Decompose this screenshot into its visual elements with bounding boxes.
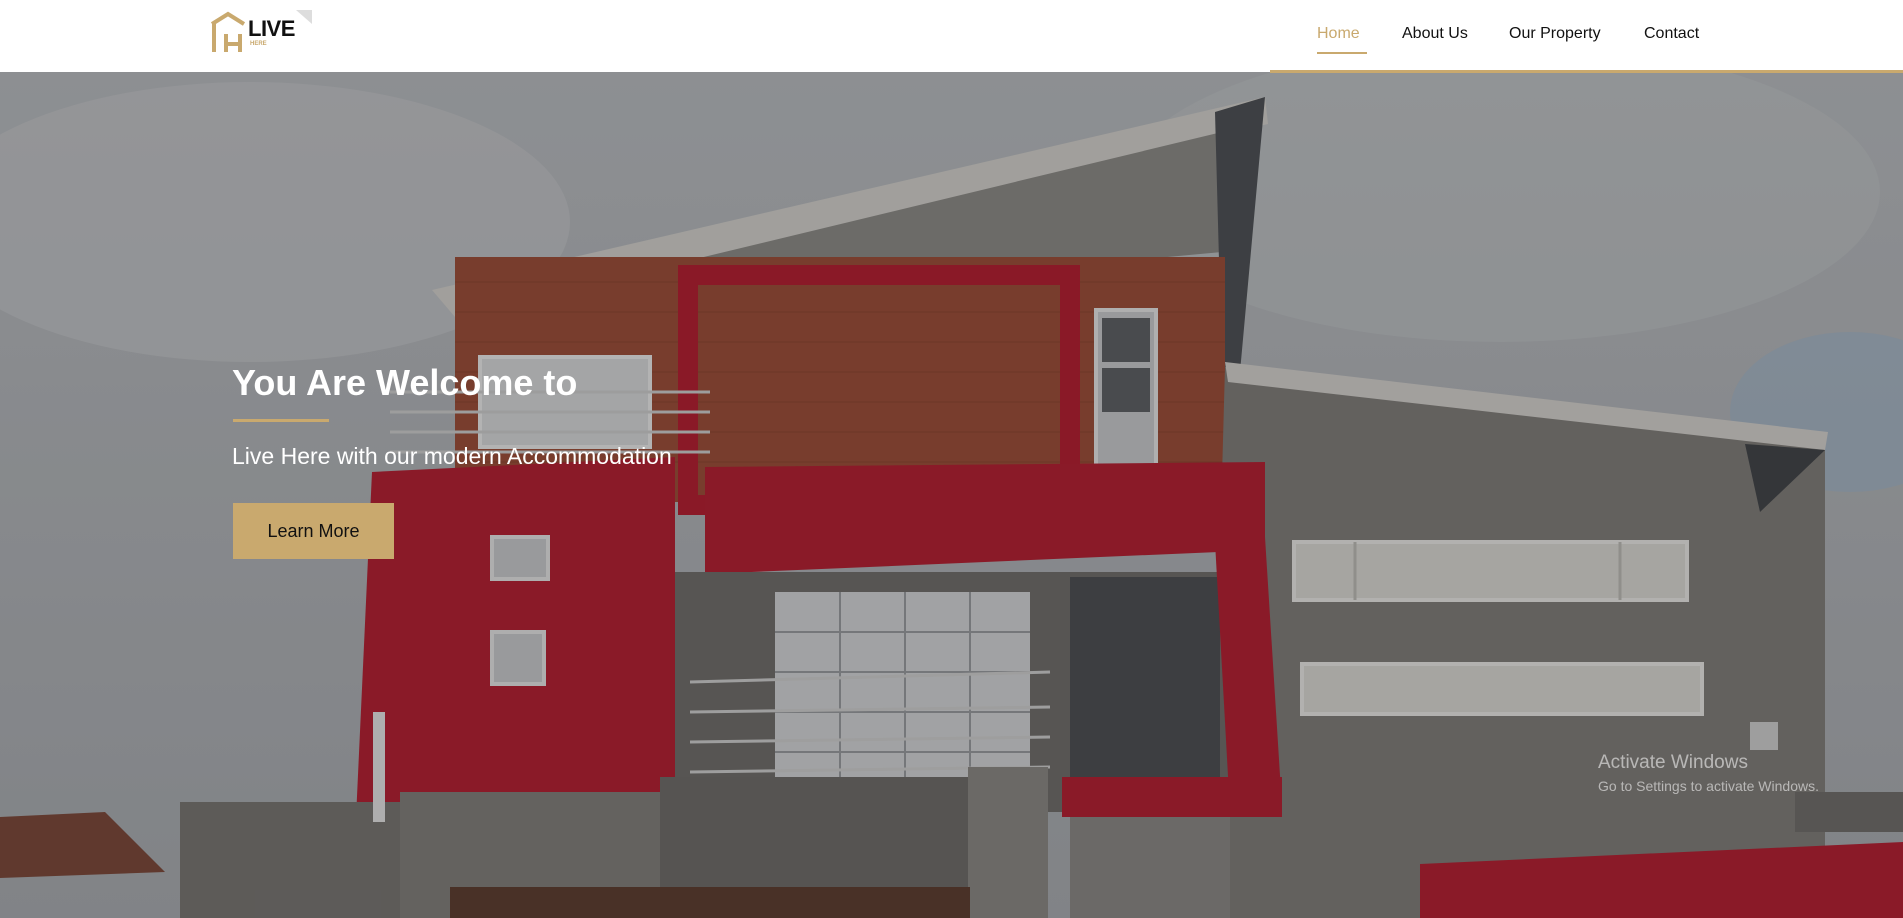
watermark-subtitle: Go to Settings to activate Windows. — [1598, 778, 1819, 794]
logo-subtext: HERE — [250, 41, 267, 47]
activate-windows-watermark: Activate Windows Go to Settings to activ… — [1598, 752, 1819, 794]
watermark-title: Activate Windows — [1598, 752, 1748, 773]
nav-active-underline — [1317, 52, 1367, 54]
nav-our-property[interactable]: Our Property — [1509, 25, 1601, 43]
learn-more-button[interactable]: Learn More — [233, 503, 394, 559]
site-logo[interactable]: LIVE HERE — [210, 10, 316, 56]
hero-title-underline — [233, 419, 329, 422]
hero-title: You Are Welcome to — [232, 362, 578, 403]
hero-subtitle: Live Here with our modern Accommodation — [232, 443, 672, 469]
nav-contact[interactable]: Contact — [1644, 25, 1699, 43]
site-header: LIVE HERE Home About Us Our Property Con… — [0, 0, 1903, 73]
nav-about-us[interactable]: About Us — [1402, 25, 1468, 43]
nav-home[interactable]: Home — [1317, 25, 1360, 43]
header-accent-line — [1270, 70, 1903, 73]
logo-wordmark: LIVE — [248, 16, 295, 41]
